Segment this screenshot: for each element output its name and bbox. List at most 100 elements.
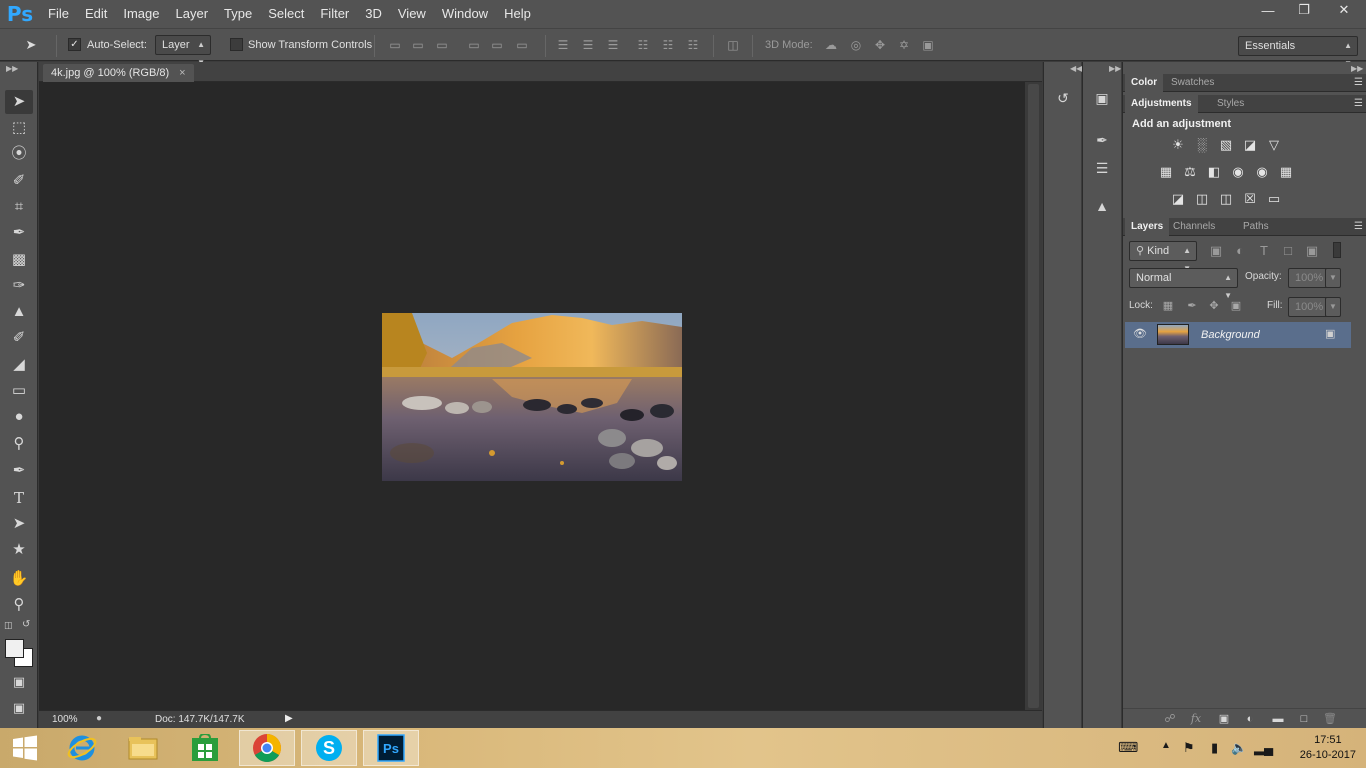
chrome-icon[interactable] [239,730,295,766]
menu-file[interactable]: File [40,0,77,28]
close-tab-icon[interactable]: × [179,67,185,79]
distribute-bottom-icon[interactable]: ☰ [606,38,620,52]
link-layers-icon[interactable]: ☍ [1161,711,1179,727]
invert-icon[interactable]: ◪ [1169,191,1187,207]
zoom-tool-icon[interactable]: ⚲ [5,593,33,617]
delete-layer-icon[interactable]: 🗑 [1321,711,1339,727]
network-signal-icon[interactable]: ▂▄ [1254,740,1273,756]
filter-shape-icon[interactable]: □ [1279,243,1297,259]
align-top-icon[interactable]: ▭ [388,38,402,52]
blur-tool-icon[interactable]: ● [5,405,33,429]
lock-position-icon[interactable]: ✥ [1205,298,1223,314]
quick-mask-icon[interactable]: ▣ [5,670,33,694]
blend-mode-dropdown[interactable]: Normal ▲ ▼ [1129,268,1238,300]
threshold-icon[interactable]: ◫ [1217,191,1235,207]
internet-explorer-icon[interactable] [54,730,110,766]
tab-channels[interactable]: Channels [1167,218,1221,236]
layer-row-background[interactable]: 👁 Background ▣ [1125,322,1351,348]
new-adjustment-layer-icon[interactable]: ◐ [1241,711,1259,727]
align-hcenter-icon[interactable]: ▭ [490,38,504,52]
quick-selection-tool-icon[interactable]: ✐ [5,169,33,193]
volume-icon[interactable]: 🔈 [1231,740,1247,756]
system-clock[interactable]: 17:51 26-10-2017 [1300,733,1356,763]
brush-presets-icon[interactable]: ☰ [1092,158,1112,178]
pen-tool-icon[interactable]: ✒ [5,459,33,483]
brush-panel-icon[interactable]: ✒ [1092,130,1112,150]
filter-pixel-icon[interactable]: ▣ [1207,243,1225,259]
file-explorer-icon[interactable] [115,730,171,766]
gradient-tool-icon[interactable]: ▭ [5,379,33,403]
selective-color-icon[interactable]: ☒ [1241,191,1259,207]
align-bottom-icon[interactable]: ▭ [435,38,449,52]
brightness-contrast-icon[interactable]: ☀ [1169,137,1187,153]
tab-styles[interactable]: Styles [1211,95,1250,113]
zoom-level[interactable]: 100% [52,714,78,725]
hue-saturation-icon[interactable]: ▦ [1157,164,1175,180]
opacity-field[interactable]: 100% [1288,268,1328,288]
tab-paths[interactable]: Paths [1237,218,1275,236]
channel-mixer-icon[interactable]: ◉ [1253,164,1271,180]
color-balance-icon[interactable]: ⚖ [1181,164,1199,180]
hand-tool-icon[interactable]: ✋ [5,567,33,591]
filter-type-icon[interactable]: T [1255,243,1273,259]
marquee-tool-icon[interactable]: ⬚ [5,116,33,140]
path-selection-tool-icon[interactable]: ➤ [5,512,33,536]
status-info-icon[interactable]: ● [96,713,102,724]
history-panel-icon[interactable]: ↺ [1053,88,1073,108]
store-icon[interactable] [177,730,233,766]
curves-icon[interactable]: ▧ [1217,137,1235,153]
layer-name[interactable]: Background [1201,329,1260,341]
type-tool-icon[interactable]: T [5,486,33,510]
expand-dock-icon[interactable]: ◀◀ [1070,64,1082,73]
filter-smart-object-icon[interactable]: ▣ [1303,243,1321,259]
opacity-slider-toggle[interactable]: ▼ [1325,268,1341,288]
filter-adjustment-icon[interactable]: ◐ [1231,243,1249,259]
screen-mode-icon[interactable]: ▣ [5,696,33,720]
new-layer-icon[interactable]: □ [1295,711,1313,727]
collapse-icon[interactable]: ▶▶ [6,64,18,73]
workspace-dropdown[interactable]: Essentials▲▼ [1238,36,1358,68]
tab-swatches[interactable]: Swatches [1165,74,1220,92]
collapse-dock-icon[interactable]: ▶▶ [1109,64,1121,73]
show-hidden-icons-icon[interactable]: ▲ [1161,740,1171,751]
clone-stamp-tool-icon[interactable]: ▲ [5,300,33,324]
distribute-right-icon[interactable]: ☷ [686,38,700,52]
visibility-eye-icon[interactable]: 👁 [1133,327,1147,340]
menu-select[interactable]: Select [260,0,312,28]
keyboard-icon[interactable]: ⌨ [1118,739,1138,756]
distribute-left-icon[interactable]: ☷ [636,38,650,52]
lock-image-icon[interactable]: ✒ [1183,298,1201,314]
new-group-icon[interactable]: ▬ [1269,711,1287,727]
scrollbar-thumb[interactable] [1028,84,1039,708]
menu-type[interactable]: Type [216,0,260,28]
distribute-vcenter-icon[interactable]: ☰ [581,38,595,52]
tab-layers[interactable]: Layers [1125,218,1170,236]
action-center-flag-icon[interactable]: ⚑ [1183,740,1195,756]
windows-start-icon[interactable] [0,730,50,766]
menu-edit[interactable]: Edit [77,0,115,28]
battery-icon[interactable]: ▮ [1211,740,1218,756]
collapse-panels-icon[interactable]: ▶▶ [1351,64,1363,73]
black-white-icon[interactable]: ◧ [1205,164,1223,180]
skype-icon[interactable]: S [301,730,357,766]
foreground-color-swatch[interactable] [5,639,24,658]
menu-view[interactable]: View [390,0,434,28]
exposure-icon[interactable]: ◪ [1241,137,1259,153]
lock-transparent-icon[interactable]: ▦ [1159,298,1177,314]
default-colors-icon[interactable]: ◫ [4,620,13,631]
move-tool-preset-icon[interactable]: ➤ [20,38,42,52]
clone-source-icon[interactable]: ▲ [1092,196,1112,216]
document-image[interactable] [382,313,682,481]
minimize-icon[interactable]: — [1250,0,1286,20]
layer-thumbnail[interactable] [1157,324,1189,345]
healing-brush-tool-icon[interactable]: ▩ [5,248,33,272]
close-icon[interactable]: ✕ [1322,0,1366,20]
add-mask-icon[interactable]: ▣ [1215,711,1233,727]
fill-slider-toggle[interactable]: ▼ [1325,297,1341,317]
vibrance-icon[interactable]: ▽ [1265,137,1283,153]
align-right-icon[interactable]: ▭ [515,38,529,52]
vertical-scrollbar[interactable] [1025,82,1042,710]
align-vcenter-icon[interactable]: ▭ [411,38,425,52]
swap-colors-icon[interactable]: ↺ [22,619,30,630]
transform-controls-checkbox[interactable] [230,38,243,51]
